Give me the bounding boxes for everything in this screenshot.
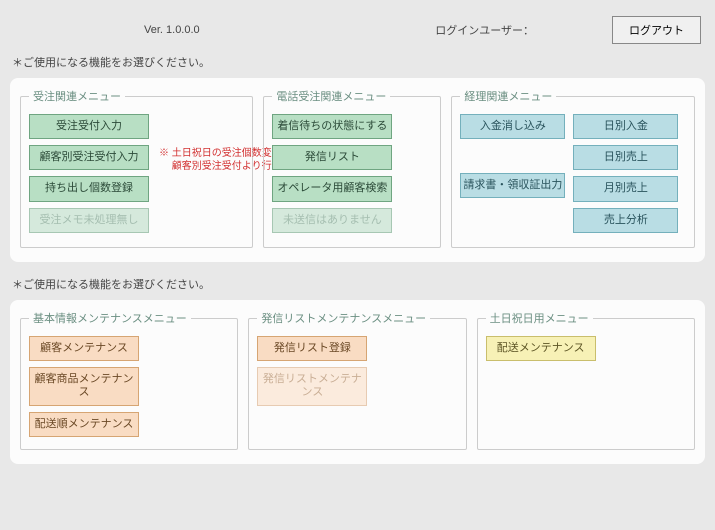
accounting-menu-group: 経理関連メニュー 入金消し込み 請求書・領収証出力 日別入金 日別売上 月別売上… [451, 88, 695, 248]
calllist-maint-button[interactable]: 発信リストメンテナンス [257, 367, 367, 405]
app-header: Ver. 1.0.0.0 ログインユーザー： ログアウト [10, 10, 705, 50]
order-menu-legend: 受注関連メニュー [29, 88, 125, 104]
section2-panel: 基本情報メンテナンスメニュー 顧客メンテナンス 顧客商品メンテナンス 配送順メン… [10, 300, 705, 464]
daily-sales-button[interactable]: 日別売上 [573, 145, 678, 170]
daily-deposit-button[interactable]: 日別入金 [573, 114, 678, 139]
order-entry-button[interactable]: 受注受付入力 [29, 114, 149, 139]
customer-order-entry-button[interactable]: 顧客別受注受付入力 [29, 145, 149, 170]
customer-maint-button[interactable]: 顧客メンテナンス [29, 336, 139, 361]
holiday-menu-legend: 土日祝日用メニュー [486, 310, 593, 326]
call-list-button[interactable]: 発信リスト [272, 145, 392, 170]
sales-analysis-button[interactable]: 売上分析 [573, 208, 678, 233]
order-menu-group: 受注関連メニュー 受注受付入力 顧客別受注受付入力 持ち出し個数登録 受注メモ未… [20, 88, 253, 248]
accounting-menu-legend: 経理関連メニュー [460, 88, 556, 104]
order-memo-none-button[interactable]: 受注メモ未処理無し [29, 208, 149, 233]
monthly-sales-button[interactable]: 月別売上 [573, 176, 678, 201]
invoice-receipt-output-button[interactable]: 請求書・領収証出力 [460, 173, 565, 198]
calllist-maint-group: 発信リストメンテナンスメニュー 発信リスト登録 発信リストメンテナンス [248, 310, 466, 450]
section1-prompt: ＊ご使用になる機能をお選びください。 [12, 54, 705, 70]
wait-incoming-button[interactable]: 着信待ちの状態にする [272, 114, 392, 139]
payment-clear-button[interactable]: 入金消し込み [460, 114, 565, 139]
delivery-order-maint-button[interactable]: 配送順メンテナンス [29, 412, 139, 437]
takeout-qty-button[interactable]: 持ち出し個数登録 [29, 176, 149, 201]
customer-product-maint-button[interactable]: 顧客商品メンテナンス [29, 367, 139, 405]
section1-panel: 受注関連メニュー 受注受付入力 顧客別受注受付入力 持ち出し個数登録 受注メモ未… [10, 78, 705, 262]
phone-order-menu-group: 電話受注関連メニュー 着信待ちの状態にする 発信リスト オペレータ用顧客検索 未… [263, 88, 441, 248]
phone-order-menu-legend: 電話受注関連メニュー [272, 88, 390, 104]
logout-button[interactable]: ログアウト [612, 16, 701, 44]
login-user-name [538, 22, 582, 38]
section2-prompt: ＊ご使用になる機能をお選びください。 [12, 276, 705, 292]
master-maint-group: 基本情報メンテナンスメニュー 顧客メンテナンス 顧客商品メンテナンス 配送順メン… [20, 310, 238, 450]
calllist-register-button[interactable]: 発信リスト登録 [257, 336, 367, 361]
version-label: Ver. 1.0.0.0 [144, 24, 200, 36]
holiday-menu-group: 土日祝日用メニュー 配送メンテナンス [477, 310, 695, 450]
delivery-maint-button[interactable]: 配送メンテナンス [486, 336, 596, 361]
operator-customer-search-button[interactable]: オペレータ用顧客検索 [272, 176, 392, 201]
login-user-label: ログインユーザー： [435, 22, 534, 38]
calllist-maint-legend: 発信リストメンテナンスメニュー [257, 310, 430, 326]
master-maint-legend: 基本情報メンテナンスメニュー [29, 310, 191, 326]
no-unsent-button[interactable]: 未送信はありません [272, 208, 392, 233]
